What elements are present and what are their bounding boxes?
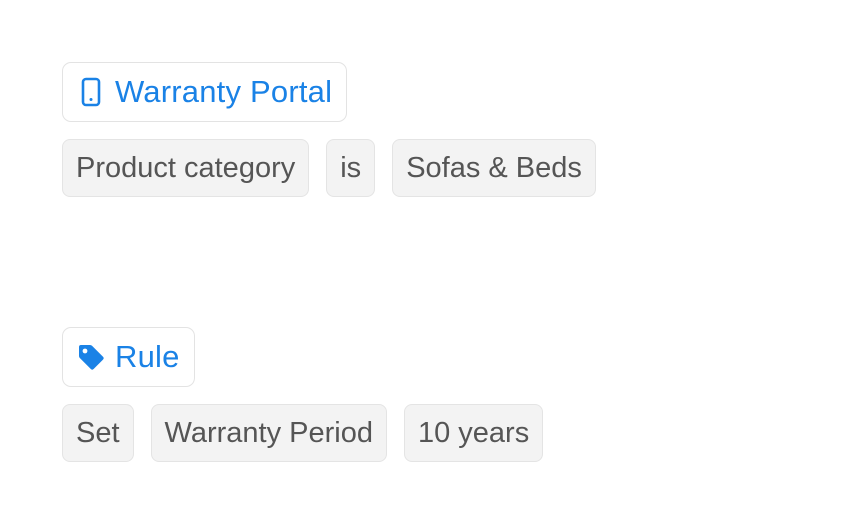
action-row: Set Warranty Period 10 years <box>62 404 544 462</box>
condition-operator-pill[interactable]: is <box>326 139 376 197</box>
tag-icon <box>77 342 105 372</box>
action-verb-pill[interactable]: Set <box>62 404 134 462</box>
condition-value-pill[interactable]: Sofas & Beds <box>392 139 596 197</box>
rule-label: Rule <box>115 339 180 374</box>
action-target-pill[interactable]: Warranty Period <box>150 404 387 462</box>
warranty-portal-label: Warranty Portal <box>115 74 333 109</box>
rule-chip[interactable]: Rule <box>62 327 195 387</box>
condition-field-pill[interactable]: Product category <box>62 139 310 197</box>
trigger-section: Warranty Portal Product category is Sofa… <box>62 62 596 197</box>
smartphone-icon <box>77 77 105 107</box>
warranty-portal-chip[interactable]: Warranty Portal <box>62 62 348 122</box>
action-value-pill[interactable]: 10 years <box>403 404 544 462</box>
rule-section: Rule Set Warranty Period 10 years <box>62 327 544 462</box>
condition-row: Product category is Sofas & Beds <box>62 139 596 197</box>
